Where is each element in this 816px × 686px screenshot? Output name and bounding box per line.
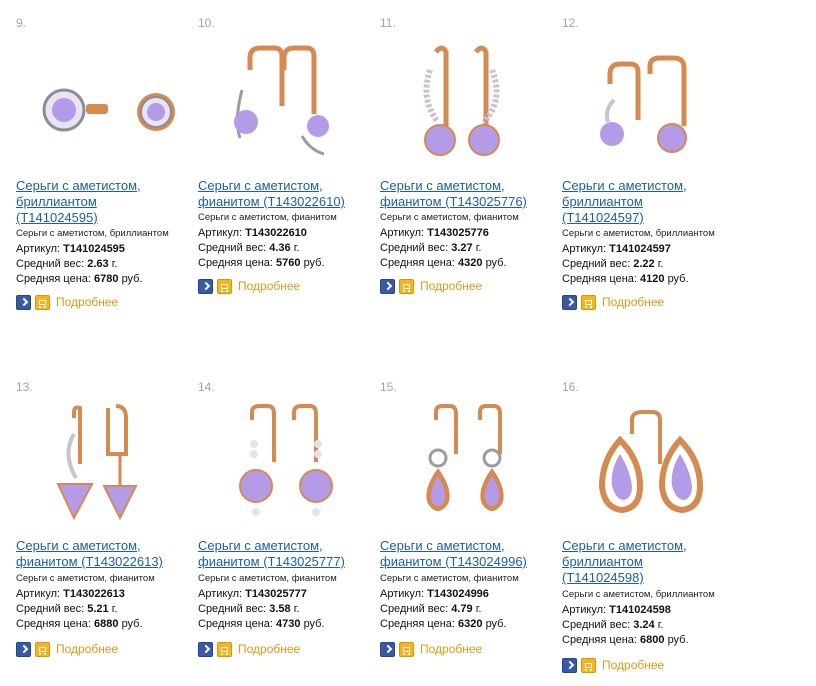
product-materials: Серьги с аметистом, фианитом [16, 573, 155, 584]
product-sku: Артикул: T141024598 [562, 604, 671, 616]
product-price: Средняя цена: 5760 руб. [198, 257, 325, 269]
arrow-right-icon[interactable] [198, 642, 213, 657]
product-weight: Средний вес: 4.79 г. [380, 603, 482, 615]
cart-icon[interactable] [581, 658, 596, 673]
more-link[interactable]: Подробнее [238, 279, 300, 294]
product-price: Средняя цена: 6880 руб. [16, 618, 143, 630]
product-sku: Артикул: T143025777 [198, 588, 307, 600]
item-number: 11. [380, 16, 396, 30]
earring-hook-image [600, 55, 687, 153]
product-sku: Артикул: T141024597 [562, 243, 671, 255]
product-materials: Серьги с аметистом, фианитом [380, 212, 519, 223]
product-materials: Серьги с аметистом, фианитом [380, 573, 519, 584]
product-price: Средняя цена: 6320 руб. [380, 618, 507, 630]
earring-drop-image [426, 404, 504, 511]
product-title-link[interactable]: Серьги с аметистом, фианитом (T143025776) [380, 178, 527, 210]
arrow-right-icon[interactable] [16, 295, 31, 310]
cart-icon[interactable] [35, 642, 50, 657]
product-materials: Серьги с аметистом, фианитом [198, 212, 337, 223]
product-image[interactable] [198, 30, 376, 180]
arrow-right-icon[interactable] [198, 279, 213, 294]
product-sku: Артикул: T143024996 [380, 588, 489, 600]
product-weight: Средний вес: 2.22 г. [562, 258, 664, 270]
product-weight: Средний вес: 3.24 г. [562, 619, 664, 631]
product-image[interactable] [198, 394, 376, 544]
product-weight: Средний вес: 2.63 г. [16, 258, 118, 270]
product-price: Средняя цена: 4320 руб. [380, 257, 507, 269]
product-image[interactable] [16, 394, 194, 544]
product-image[interactable] [562, 394, 740, 544]
product-materials: Серьги с аметистом, бриллиантом [562, 228, 715, 239]
item-number: 15. [380, 380, 397, 394]
arrow-right-icon[interactable] [380, 279, 395, 294]
product-image[interactable] [562, 30, 740, 180]
product-image[interactable] [380, 30, 558, 180]
arrow-right-icon[interactable] [562, 295, 577, 310]
product-title-link[interactable]: Серьги с аметистом, бриллиантом (T14102459… [16, 178, 141, 226]
earring-drop-image [423, 45, 500, 156]
product-price: Средняя цена: 6800 руб. [562, 634, 689, 646]
product-title-link[interactable]: Серьги с аметистом, бриллиантом (T14102459… [562, 538, 687, 586]
arrow-right-icon[interactable] [562, 658, 577, 673]
earring-drop-image [56, 404, 138, 521]
item-number: 14. [198, 380, 215, 394]
product-sku: Артикул: T143022613 [16, 588, 125, 600]
product-materials: Серьги с аметистом, бриллиантом [16, 228, 169, 239]
product-title-link[interactable]: Серьги с аметистом, фианитом (T143024996) [380, 538, 527, 570]
item-number: 10. [198, 16, 215, 30]
item-number: 9. [16, 16, 27, 30]
product-materials: Серьги с аметистом, бриллиантом [562, 589, 715, 600]
more-link[interactable]: Подробнее [238, 642, 300, 657]
product-sku: Артикул: T141024595 [16, 243, 125, 255]
cart-icon[interactable] [581, 295, 596, 310]
more-link[interactable]: Подробнее [602, 658, 664, 673]
product-title-link[interactable]: Серьги с аметистом, фианитом (T143022610) [198, 178, 345, 210]
product-image[interactable] [16, 30, 194, 180]
cart-icon[interactable] [217, 642, 232, 657]
product-weight: Средний вес: 3.27 г. [380, 242, 482, 254]
product-weight: Средний вес: 3.58 г. [198, 603, 300, 615]
more-link[interactable]: Подробнее [56, 295, 118, 310]
product-title-link[interactable]: Серьги с аметистом, бриллиантом (T14102459… [562, 178, 687, 226]
product-weight: Средний вес: 5.21 г. [16, 603, 118, 615]
cart-icon[interactable] [217, 279, 232, 294]
cart-icon[interactable] [399, 279, 414, 294]
more-link[interactable]: Подробнее [420, 279, 482, 294]
cart-icon[interactable] [399, 642, 414, 657]
earring-stud-image [42, 88, 175, 132]
more-link[interactable]: Подробнее [56, 642, 118, 657]
product-image[interactable] [380, 394, 558, 544]
product-weight: Средний вес: 4.36 г. [198, 242, 300, 254]
earring-hook-image [234, 45, 329, 156]
product-sku: Артикул: T143025776 [380, 227, 489, 239]
earring-teardrop-image [598, 410, 704, 514]
arrow-right-icon[interactable] [16, 642, 31, 657]
product-materials: Серьги с аметистом, фианитом [198, 573, 337, 584]
product-price: Средняя цена: 4730 руб. [198, 618, 325, 630]
product-sku: Артикул: T143022610 [198, 227, 307, 239]
more-link[interactable]: Подробнее [602, 295, 664, 310]
product-price: Средняя цена: 4120 руб. [562, 273, 689, 285]
item-number: 12. [562, 16, 579, 30]
earring-drop-image [239, 404, 333, 516]
item-number: 16. [562, 380, 579, 394]
product-title-link[interactable]: Серьги с аметистом, фианитом (T143025777) [198, 538, 345, 570]
more-link[interactable]: Подробнее [420, 642, 482, 657]
cart-icon[interactable] [35, 295, 50, 310]
product-title-link[interactable]: Серьги с аметистом, фианитом (T143022613) [16, 538, 163, 570]
product-price: Средняя цена: 6780 руб. [16, 273, 143, 285]
item-number: 13. [16, 380, 33, 394]
arrow-right-icon[interactable] [380, 642, 395, 657]
